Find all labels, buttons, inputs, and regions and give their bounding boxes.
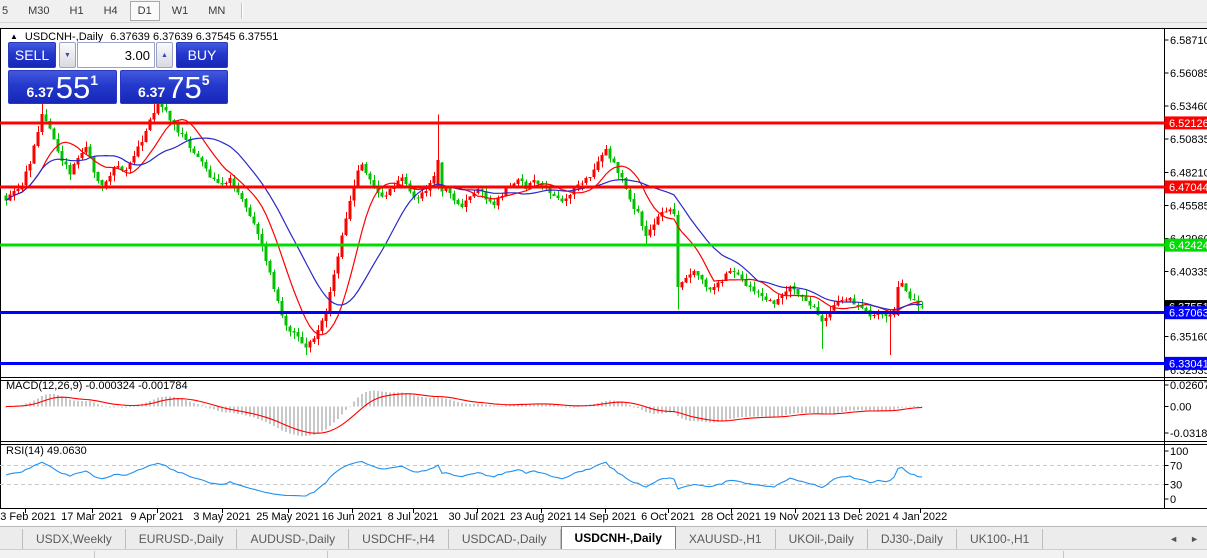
ma-slow-line [6, 138, 922, 310]
level-price-label-text: 6.52126 [1169, 118, 1207, 130]
macd-signal-line [6, 394, 922, 433]
rsi-tick-label: 70 [1170, 460, 1182, 472]
chart-tab-usdcad-daily[interactable]: USDCAD-,Daily [449, 529, 561, 550]
price-tick-label: 6.56085 [1170, 68, 1207, 80]
chart-tab-bar: USDX,WeeklyEURUSD-,DailyAUDUSD-,DailyUSD… [0, 526, 1207, 550]
candlestick-series [0, 90, 1165, 363]
status-divider [1063, 551, 1064, 558]
date-label: 30 Jul 2021 [449, 511, 506, 523]
buy-price-pip-digit: 5 [202, 72, 210, 88]
rsi-line [6, 462, 922, 496]
buy-price-big-digits: 75 [167, 72, 201, 103]
date-label: 19 Nov 2021 [764, 511, 826, 523]
date-label: 25 May 2021 [256, 511, 320, 523]
chart-tab-uk100-h1[interactable]: UK100-,H1 [957, 529, 1043, 550]
ma-fast-line [6, 120, 922, 335]
price-tick-label: 6.45585 [1170, 200, 1207, 212]
chart-tab-eurusd-daily[interactable]: EURUSD-,Daily [126, 529, 238, 550]
sell-price-pip-digit: 1 [90, 72, 98, 88]
volume-decrease-button[interactable]: ▼ [59, 42, 76, 68]
price-tick-label: 6.50835 [1170, 134, 1207, 146]
volume-increase-button[interactable]: ▲ [156, 42, 173, 68]
rsi-tick-label: 30 [1170, 480, 1182, 492]
macd-values: -0.000324 -0.001784 [85, 380, 187, 392]
rsi-label: RSI(14) 49.0630 [6, 445, 87, 457]
sell-price-display[interactable]: 6.37 55 1 [8, 70, 117, 104]
date-label: 14 Sep 2021 [574, 511, 636, 523]
sell-button[interactable]: SELL [8, 42, 56, 68]
date-label: 9 Apr 2021 [130, 511, 183, 523]
macd-tick-label: -0.031872 [1170, 428, 1207, 440]
sell-price-big-digits: 55 [56, 72, 90, 103]
level-price-label-text: 6.42424 [1169, 240, 1207, 252]
date-label: 6 Oct 2021 [641, 511, 695, 523]
price-tick-label: 6.53460 [1170, 101, 1207, 113]
date-label: 3 May 2021 [193, 511, 250, 523]
level-price-label-text: 6.33041 [1169, 358, 1207, 370]
date-label: 16 Jun 2021 [322, 511, 383, 523]
date-label: 17 Mar 2021 [61, 511, 123, 523]
status-divider [327, 551, 328, 558]
date-label: 23 Aug 2021 [510, 511, 572, 523]
macd-tick-label: 0.02607 [1170, 380, 1207, 392]
buy-price-display[interactable]: 6.37 75 5 [120, 70, 229, 104]
date-label: 28 Oct 2021 [701, 511, 761, 523]
level-price-label-text: 6.37063 [1169, 308, 1207, 320]
spin-down-icon: ▼ [64, 52, 71, 59]
rsi-series [0, 462, 1165, 496]
buy-button[interactable]: BUY [176, 42, 228, 68]
rsi-tick-label: 0 [1170, 494, 1176, 506]
chart-tab-xauusd-h1[interactable]: XAUUSD-,H1 [676, 529, 776, 550]
date-label: 23 Feb 2021 [0, 511, 56, 523]
status-bar [0, 549, 1207, 558]
macd-series [5, 391, 923, 436]
chart-tab-usdchf-h4[interactable]: USDCHF-,H4 [349, 529, 449, 550]
price-tick-label: 6.58710 [1170, 35, 1207, 47]
price-tick-label: 6.48210 [1170, 167, 1207, 179]
macd-name: MACD(12,26,9) [6, 380, 82, 392]
chart-tab-usdx-weekly[interactable]: USDX,Weekly [22, 529, 126, 550]
rsi-value: 49.0630 [47, 445, 87, 457]
rsi-name: RSI(14) [6, 445, 44, 457]
chart-tab-ukoil-daily[interactable]: UKOil-,Daily [776, 529, 868, 550]
buy-price-prefix: 6.37 [138, 84, 165, 100]
tab-scroll-left-icon[interactable]: ◄ [1169, 534, 1178, 544]
date-label: 8 Jul 2021 [388, 511, 439, 523]
chart-tab-audusd-daily[interactable]: AUDUSD-,Daily [237, 529, 349, 550]
sell-price-prefix: 6.37 [26, 84, 53, 100]
chart-tab-dj30-daily[interactable]: DJ30-,Daily [868, 529, 957, 550]
macd-tick-label: 0.00 [1170, 402, 1191, 414]
price-tick-label: 6.40335 [1170, 266, 1207, 278]
macd-label: MACD(12,26,9) -0.000324 -0.001784 [6, 380, 188, 392]
status-divider [94, 551, 95, 558]
volume-input[interactable] [77, 42, 155, 68]
rsi-tick-label: 100 [1170, 446, 1188, 458]
collapse-panel-icon[interactable]: ▲ [10, 33, 18, 41]
chart-tab-usdcnh-daily[interactable]: USDCNH-,Daily [561, 526, 676, 550]
one-click-trading-panel: SELL ▼ ▲ BUY 6.37 55 1 6.37 75 5 [8, 42, 228, 104]
spin-up-icon: ▲ [161, 52, 168, 59]
tab-scroll-right-icon[interactable]: ► [1190, 534, 1199, 544]
mt4-terminal: 5M30H1H4D1W1MN 6.587106.560856.534606.50… [0, 0, 1207, 558]
price-tick-label: 6.35160 [1170, 332, 1207, 344]
date-label: 13 Dec 2021 [828, 511, 890, 523]
level-price-label-text: 6.47044 [1169, 182, 1207, 194]
date-label: 4 Jan 2022 [893, 511, 947, 523]
